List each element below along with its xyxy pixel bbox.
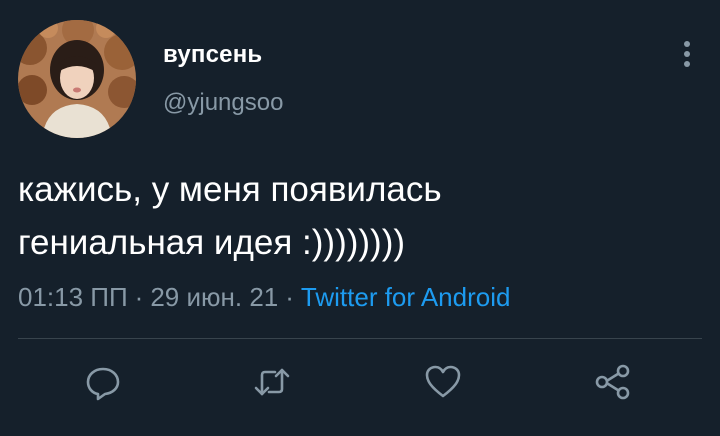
heart-icon[interactable] <box>423 362 463 402</box>
tweet-source-link[interactable]: Twitter for Android <box>301 282 511 312</box>
display-name[interactable]: вупсень <box>163 41 262 69</box>
divider <box>18 338 702 339</box>
meta-separator: · <box>134 282 144 312</box>
tweet-text: кажись, у меня появилась гениальная идея… <box>18 170 442 262</box>
avatar-photo <box>18 20 136 138</box>
tweet-meta: 01:13 ПП · 29 июн. 21 · Twitter for Android <box>18 282 510 313</box>
tweet-time: 01:13 ПП <box>18 282 128 312</box>
more-vertical-icon[interactable] <box>674 38 700 72</box>
meta-separator: · <box>285 282 294 312</box>
user-handle[interactable]: @yjungsoo <box>163 89 283 117</box>
avatar[interactable] <box>18 20 136 138</box>
reply-icon[interactable] <box>83 362 123 402</box>
share-icon[interactable] <box>593 362 633 402</box>
tweet-date: 29 июн. 21 <box>150 282 279 312</box>
retweet-icon[interactable] <box>252 362 292 402</box>
